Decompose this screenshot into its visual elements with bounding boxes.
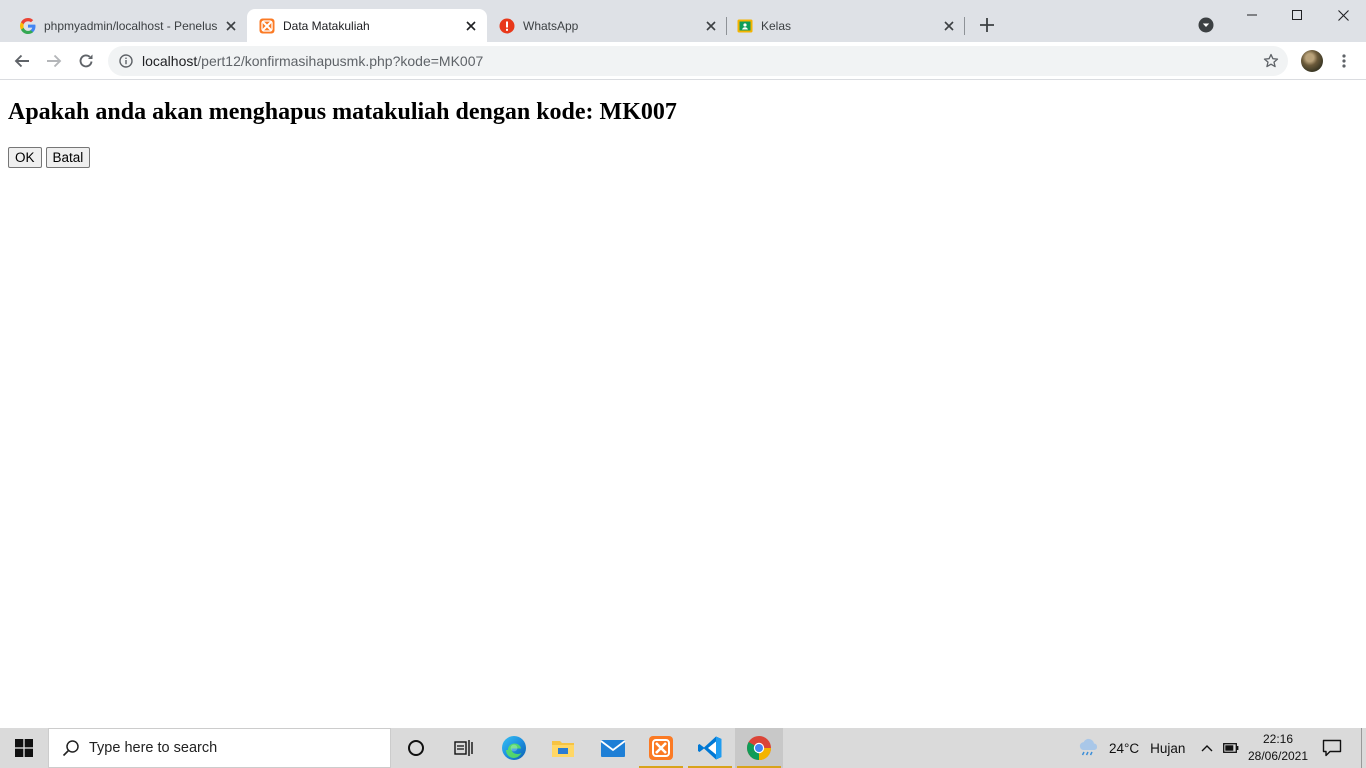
weather-widget[interactable]: 24°C Hujan xyxy=(1078,728,1185,768)
xampp-icon xyxy=(259,18,275,34)
info-icon[interactable] xyxy=(118,53,134,69)
weather-condition: Hujan xyxy=(1150,740,1186,756)
clock-date: 28/06/2021 xyxy=(1247,749,1309,763)
windows-taskbar: Type here to search 24°C Hujan 22:16 28/… xyxy=(0,728,1366,768)
cortana-icon[interactable] xyxy=(392,728,440,768)
tab-title: Data Matakuliah xyxy=(283,18,370,33)
browser-toolbar: localhost/pert12/konfirmasihapusmk.php?k… xyxy=(0,42,1366,80)
task-view-icon[interactable] xyxy=(440,728,488,768)
close-tab-icon[interactable] xyxy=(461,16,481,36)
maximize-button[interactable] xyxy=(1274,0,1320,30)
google-classroom-icon xyxy=(737,18,753,34)
url-path: /pert12/konfirmasihapusmk.php?kode=MK007 xyxy=(197,53,484,69)
address-bar[interactable]: localhost/pert12/konfirmasihapusmk.php?k… xyxy=(108,46,1288,76)
chevron-up-icon[interactable] xyxy=(1197,738,1217,758)
url-text[interactable]: localhost/pert12/konfirmasihapusmk.php?k… xyxy=(142,53,483,69)
tab-title: WhatsApp xyxy=(523,18,579,33)
taskbar-search[interactable]: Type here to search xyxy=(48,728,391,768)
minimize-button[interactable] xyxy=(1229,0,1275,30)
weather-temperature: 24°C xyxy=(1109,740,1140,756)
mail-icon[interactable] xyxy=(589,728,637,768)
file-explorer-icon[interactable] xyxy=(539,728,587,768)
chevron-down-icon xyxy=(1198,17,1214,33)
edge-icon[interactable] xyxy=(490,728,538,768)
new-tab-button[interactable] xyxy=(976,14,998,36)
xampp-icon[interactable] xyxy=(637,728,685,768)
battery-icon[interactable] xyxy=(1221,738,1241,758)
tab-google-search[interactable]: phpmyadmin/localhost - Penelusuran Googl… xyxy=(0,9,247,42)
google-icon xyxy=(20,17,36,34)
windows-logo-icon xyxy=(15,739,33,757)
arrow-right-icon xyxy=(47,54,62,68)
close-window-button[interactable] xyxy=(1320,0,1366,30)
rain-cloud-icon xyxy=(1078,737,1100,759)
tab-separator xyxy=(964,17,965,35)
arrow-left-icon xyxy=(14,54,29,68)
page-content: Apakah anda akan menghapus matakuliah de… xyxy=(0,81,1366,728)
close-tab-icon[interactable] xyxy=(701,16,721,36)
back-button[interactable] xyxy=(10,49,34,73)
show-desktop-button[interactable] xyxy=(1361,728,1362,768)
cancel-button[interactable]: Batal xyxy=(45,147,91,168)
button-row: OK Batal xyxy=(8,147,91,168)
profile-avatar[interactable] xyxy=(1301,50,1323,72)
notification-icon[interactable] xyxy=(1320,737,1344,759)
tab-title: phpmyadmin/localhost - Penelusuran Googl… xyxy=(44,18,217,33)
page-heading: Apakah anda akan menghapus matakuliah de… xyxy=(8,99,677,125)
close-tab-icon[interactable] xyxy=(221,16,241,36)
start-button[interactable] xyxy=(0,728,48,768)
close-tab-icon[interactable] xyxy=(939,16,959,36)
clock-time: 22:16 xyxy=(1262,732,1294,746)
reload-icon xyxy=(79,54,93,68)
tab-kelas[interactable]: Kelas xyxy=(727,9,965,42)
tab-whatsapp[interactable]: WhatsApp xyxy=(487,9,727,42)
alert-icon xyxy=(499,18,515,34)
menu-kebab-icon[interactable] xyxy=(1334,51,1354,71)
tab-strip: phpmyadmin/localhost - Penelusuran Googl… xyxy=(0,0,1366,42)
chrome-icon[interactable] xyxy=(735,728,783,768)
ok-button[interactable]: OK xyxy=(8,147,42,168)
tab-search-button[interactable] xyxy=(1198,17,1214,33)
url-host: localhost xyxy=(142,53,198,69)
search-icon xyxy=(61,738,81,758)
search-placeholder: Type here to search xyxy=(89,740,218,756)
tab-data-matakuliah[interactable]: Data Matakuliah xyxy=(247,9,487,42)
forward-button[interactable] xyxy=(42,49,66,73)
tab-title: Kelas xyxy=(761,18,792,33)
reload-button[interactable] xyxy=(74,49,98,73)
vscode-icon[interactable] xyxy=(686,728,734,768)
bookmark-star-icon[interactable] xyxy=(1262,52,1280,70)
system-clock[interactable]: 22:16 28/06/2021 xyxy=(1244,731,1312,765)
